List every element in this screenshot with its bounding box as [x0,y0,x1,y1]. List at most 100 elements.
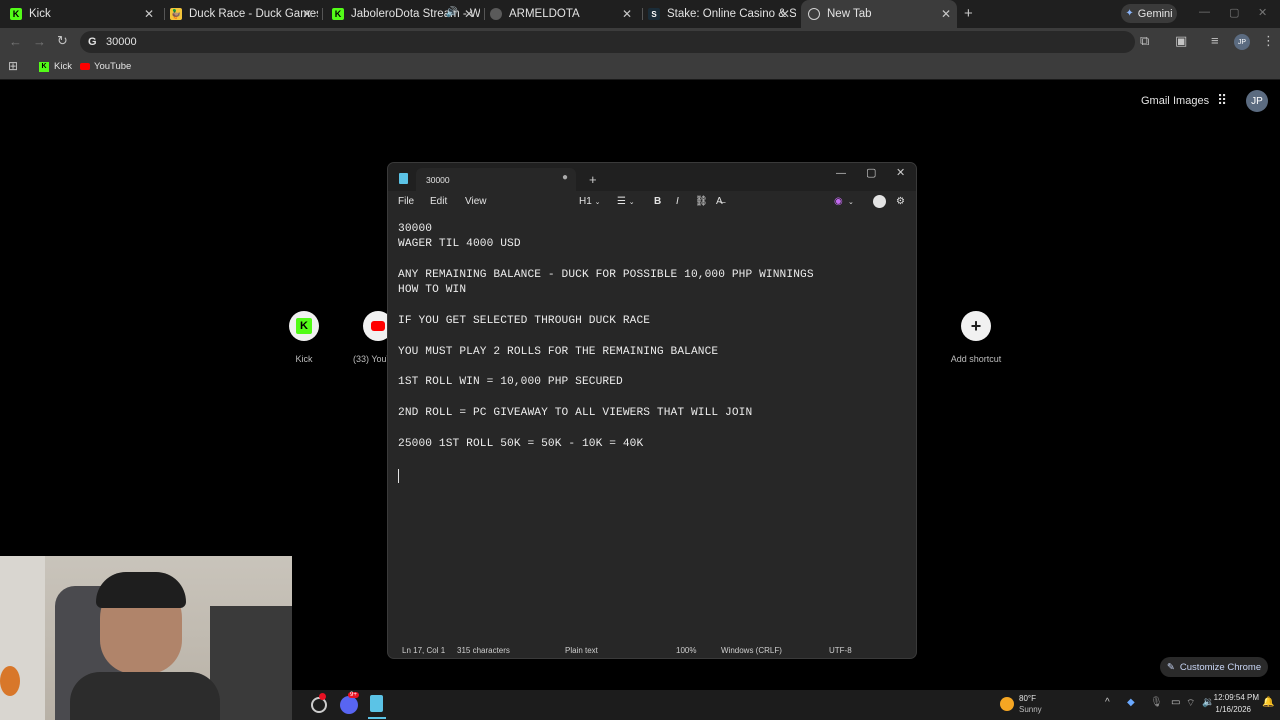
customize-chrome-button[interactable]: ✎ Customize Chrome [1160,657,1268,677]
new-tab-button[interactable]: + [964,5,973,22]
encoding: UTF-8 [829,646,852,655]
webcam-overlay [0,556,292,720]
tab-title: Duck Race - Duck Games [189,8,318,20]
notepad-close-icon[interactable]: ✕ [896,166,905,179]
discord-icon[interactable] [340,696,358,714]
youtube-icon [80,63,90,70]
kick-icon: K [10,8,22,20]
close-window-icon[interactable]: ✕ [1258,6,1267,19]
tab-separator [164,8,165,20]
wifi-icon[interactable]: ⌔ [1186,697,1195,710]
google-apps-icon[interactable]: ⠿ [1217,92,1227,109]
tab-strip: K Kick ✕ 🦆 Duck Race - Duck Games ✕ K Ja… [0,0,1280,28]
tab-new-tab[interactable]: New Tab ✕ [801,0,957,28]
notepad-new-tab-icon[interactable]: + [589,172,597,187]
character-count: 315 characters [457,646,510,655]
bookmark-youtube[interactable]: YouTube [80,61,131,72]
text-line: IF YOU GET SELECTED THROUGH DUCK RACE [398,315,651,327]
gemini-button[interactable]: ✦ Gemini [1121,4,1177,23]
notepad-tab-title: 30000 [426,175,450,185]
address-bar-text[interactable]: 30000 [106,36,137,48]
close-icon[interactable]: ✕ [941,7,951,21]
notification-dot [319,693,326,700]
tab-search-icon[interactable]: ▣ [1175,33,1187,49]
tab-duck-race[interactable]: 🦆 Duck Race - Duck Games ✕ [170,0,318,28]
media-control-icon[interactable]: ≡ [1211,33,1219,48]
chrome-taskbar-icon[interactable] [311,697,327,713]
notification-bell-icon[interactable]: 🔔 [1262,697,1274,708]
add-shortcut-button[interactable]: + [961,311,991,341]
discord-badge: 9+ [348,692,359,698]
text-line: ANY REMAINING BALANCE - DUCK FOR POSSIBL… [398,269,814,281]
close-icon[interactable]: ✕ [302,7,312,21]
forward-icon[interactable]: → [33,34,46,49]
menu-file[interactable]: File [398,196,414,207]
close-icon[interactable]: ✕ [622,7,632,21]
kick-icon: K [296,318,312,334]
menu-dots-icon[interactable]: ⋮ [1262,33,1275,49]
back-icon[interactable]: ← [9,34,22,49]
unsaved-dot-icon[interactable]: ● [562,172,568,183]
menu-edit[interactable]: Edit [430,196,447,207]
weather-temp[interactable]: 80°F [1019,694,1036,703]
text-format[interactable]: Plain text [565,646,598,655]
minimize-icon[interactable]: — [1199,6,1210,18]
notepad-minimize-icon[interactable]: — [836,168,846,179]
clear-formatting-icon[interactable]: A̶ [716,196,723,207]
notepad-tab[interactable]: 30000 ● [416,168,576,191]
apps-grid-icon[interactable]: ⊞ [8,59,18,73]
tab-jabolero-stream[interactable]: K JaboleroDota Stream - Wat 🔊 ✕ [332,0,480,28]
account-icon[interactable] [873,195,886,208]
notepad-maximize-icon[interactable]: ▢ [866,166,876,179]
copilot-icon[interactable]: ◉ [834,196,843,207]
clock-time[interactable]: 12:09:54 PM [1203,693,1259,702]
monitor-icon[interactable]: ▭ [1171,697,1180,708]
italic-icon[interactable]: I [676,196,679,207]
profile-avatar[interactable]: JP [1234,34,1250,50]
chevron-down-icon[interactable]: ⌄ [848,198,854,206]
menu-view[interactable]: View [465,196,487,207]
chevron-up-icon[interactable]: ^ [1105,697,1110,708]
account-avatar[interactable]: JP [1246,90,1268,112]
extensions-puzzle-icon[interactable]: ⧉ [1140,33,1149,49]
text-line: HOW TO WIN [398,284,467,296]
reload-icon[interactable]: ↻ [57,33,68,49]
tab-separator [484,8,485,20]
shortcut-label: Add shortcut [950,354,1002,364]
clock-date[interactable]: 1/16/2026 [1203,705,1251,714]
plus-icon: + [970,315,982,336]
close-icon[interactable]: ✕ [464,7,474,21]
text-cursor [398,469,399,483]
bold-icon[interactable]: B [654,196,661,207]
close-icon[interactable]: ✕ [780,7,790,21]
notepad-taskbar-icon[interactable] [370,695,383,712]
maximize-icon[interactable]: ▢ [1229,6,1239,19]
gmail-link[interactable]: Gmail [1141,95,1170,107]
bookmark-label: Kick [54,61,72,72]
sun-icon [1000,697,1014,711]
tab-armeldota[interactable]: ARMELDOTA ✕ [490,0,638,28]
audio-icon[interactable]: 🔊 [446,7,458,18]
tab-kick[interactable]: K Kick ✕ [10,0,160,28]
tab-stake[interactable]: S Stake: Online Casino & Sports B ✕ [648,0,796,28]
text-line: 1ST ROLL WIN = 10,000 PHP SECURED [398,376,623,388]
list-icon: ☰ [617,196,626,207]
close-icon[interactable]: ✕ [144,7,154,21]
headphones-hair [96,572,186,608]
notepad-editor[interactable]: 30000 WAGER TIL 4000 USD ANY REMAINING B… [388,213,916,638]
orange-object [0,666,20,696]
tray-app-icon[interactable]: ◆ [1127,697,1135,708]
shortcut-kick[interactable]: K [289,311,319,341]
images-link[interactable]: Images [1173,95,1209,107]
youtube-icon [371,321,385,331]
address-bar[interactable]: G 30000 [80,31,1135,53]
cursor-position: Ln 17, Col 1 [402,646,446,655]
list-dropdown[interactable]: ☰ ⌄ [617,196,635,207]
heading-dropdown[interactable]: H1 ⌄ [579,196,600,207]
person-shirt [70,672,220,720]
gemini-label: Gemini [1137,7,1173,20]
microphone-icon[interactable]: 🎙 [1150,697,1163,708]
bookmark-kick[interactable]: K Kick [39,61,72,72]
link-icon[interactable]: ⛓ [695,196,708,207]
settings-gear-icon[interactable]: ⚙ [896,196,905,207]
